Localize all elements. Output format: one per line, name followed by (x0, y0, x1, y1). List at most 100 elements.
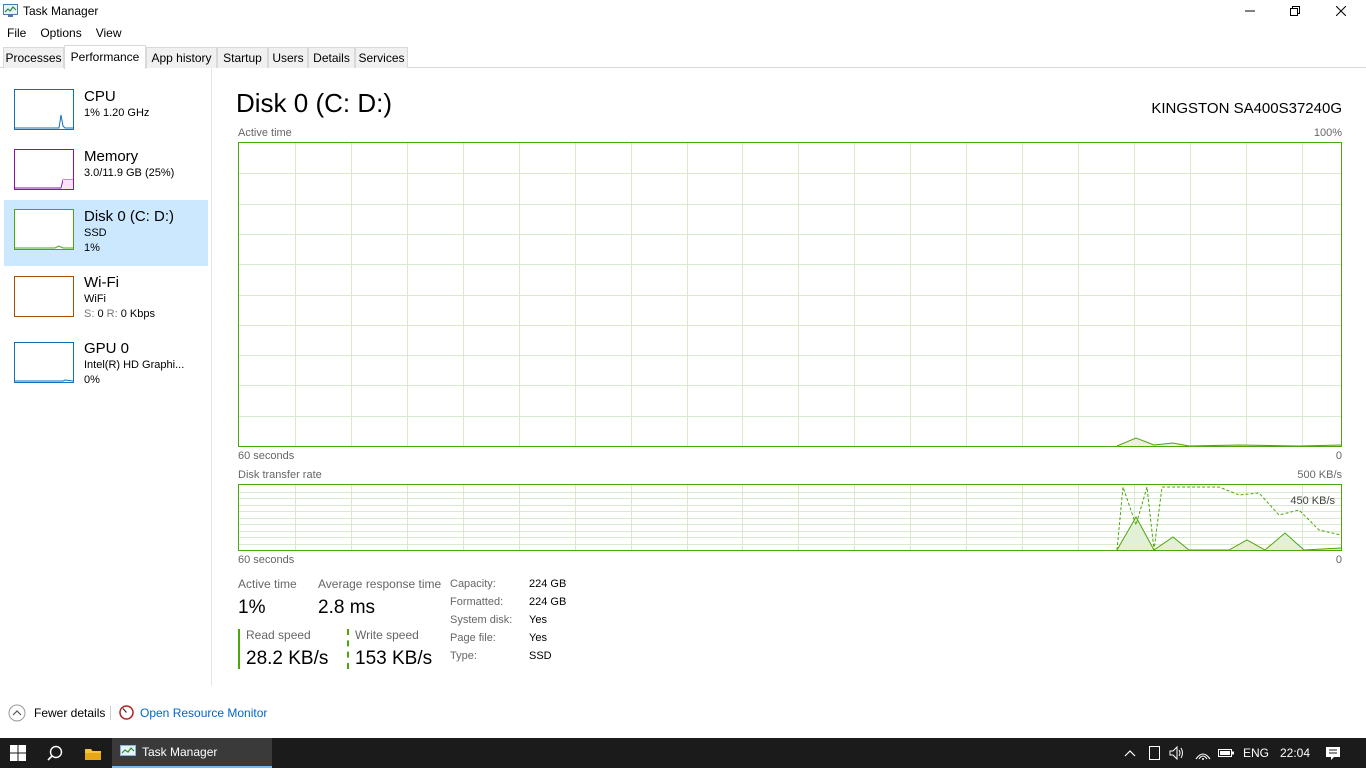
capacity-value: 224 GB (529, 578, 567, 590)
read-speed-value: 28.2 KB/s (246, 648, 329, 669)
action-center-button[interactable] (1318, 738, 1348, 768)
sidebar-item-label: Memory (84, 148, 139, 165)
taskbar-app-label: Task Manager (142, 745, 218, 759)
active-time-graph (238, 142, 1342, 447)
transfer-rate-duration-label: 60 seconds (238, 554, 295, 566)
notification-icon (1326, 746, 1340, 760)
page-title: Disk 0 (C: D:) (236, 88, 392, 118)
sidebar-item-usage: 0% (84, 374, 100, 386)
system-disk-label: System disk: (450, 614, 513, 626)
active-time-graph-label: Active time (238, 127, 292, 139)
read-speed-indicator (238, 629, 240, 669)
write-speed-indicator (347, 629, 349, 669)
footer-bar: Fewer details Open Resource Monitor (0, 700, 1366, 728)
search-icon (47, 745, 63, 761)
tab-startup[interactable]: Startup (217, 47, 268, 68)
sidebar-item-cpu[interactable]: CPU 1% 1.20 GHz (4, 82, 208, 148)
minimize-icon (1245, 10, 1255, 12)
menu-file[interactable]: File (0, 24, 33, 42)
fewer-details-label: Fewer details (34, 706, 106, 720)
wifi-icon (1195, 753, 1211, 760)
network-button[interactable] (1192, 738, 1214, 768)
open-resource-monitor-label: Open Resource Monitor (140, 705, 268, 720)
file-explorer-button[interactable] (74, 738, 112, 768)
cpu-thumbnail-graph (14, 89, 74, 130)
tablet-icon (1148, 746, 1160, 760)
footer-divider (110, 706, 111, 720)
menu-options[interactable]: Options (33, 24, 88, 42)
transfer-rate-scale-label: 450 KB/s (1290, 495, 1335, 507)
active-time-graph-canvas (239, 143, 1342, 447)
transfer-rate-graph-canvas (239, 485, 1342, 551)
sidebar-item-label: Disk 0 (C: D:) (84, 208, 174, 225)
memory-thumbnail-graph (14, 149, 74, 190)
open-resource-monitor-link[interactable]: Open Resource Monitor (119, 705, 267, 720)
chevron-up-circle-icon (8, 704, 26, 722)
read-speed-label: Read speed (246, 628, 311, 642)
tab-strip: Processes Performance App history Startu… (0, 45, 1366, 69)
sidebar-item-detail: Intel(R) HD Graphi... (84, 359, 185, 371)
active-time-max-label: 100% (1313, 127, 1342, 139)
transfer-rate-graph-label: Disk transfer rate (238, 469, 322, 481)
transfer-rate-min-label: 0 (1335, 554, 1342, 566)
windows-logo-icon (10, 745, 26, 761)
sidebar-item-detail: 3.0/11.9 GB (25%) (84, 167, 175, 179)
resource-monitor-icon (119, 705, 134, 720)
sidebar-item-throughput: S: 0 R: 0 Kbps (84, 308, 155, 320)
page-file-value: Yes (529, 632, 547, 644)
battery-icon (1218, 749, 1234, 757)
taskbar-task-manager-button[interactable]: Task Manager (112, 738, 272, 768)
active-time-stat-value: 1% (238, 597, 266, 618)
volume-button[interactable] (1166, 738, 1188, 768)
resource-sidebar: CPU 1% 1.20 GHz Memory 3.0/11.9 GB (25%)… (0, 68, 212, 686)
type-value: SSD (529, 650, 552, 662)
formatted-label: Formatted: (450, 596, 504, 608)
active-time-min-label: 0 (1335, 450, 1342, 462)
battery-button[interactable] (1216, 738, 1236, 768)
avg-response-label: Average response time (318, 577, 442, 591)
disk-thumbnail-graph (14, 209, 74, 250)
sidebar-item-disk[interactable]: Disk 0 (C: D:) SSD 1% (4, 200, 208, 266)
page-file-label: Page file: (450, 632, 496, 644)
tab-performance[interactable]: Performance (64, 45, 146, 69)
tablet-button[interactable] (1144, 738, 1164, 768)
sidebar-item-label: CPU (84, 88, 116, 105)
tab-services[interactable]: Services (355, 47, 408, 68)
speaker-icon (1169, 746, 1183, 760)
menu-view[interactable]: View (89, 24, 129, 42)
tab-users[interactable]: Users (268, 47, 308, 68)
window-title: Task Manager (23, 4, 99, 18)
task-manager-icon (3, 4, 18, 17)
wifi-thumbnail-graph (14, 276, 74, 317)
restore-button[interactable] (1272, 0, 1318, 22)
sidebar-item-gpu[interactable]: GPU 0 Intel(R) HD Graphi... 0% (4, 334, 208, 400)
formatted-value: 224 GB (529, 596, 567, 608)
menu-bar: File Options View (0, 24, 129, 42)
restore-icon (1290, 6, 1300, 16)
transfer-rate-graph: 450 KB/s (238, 484, 1342, 551)
start-button[interactable] (0, 738, 36, 768)
taskbar: Task Manager ENG 22:04 (0, 738, 1366, 768)
tab-app-history[interactable]: App history (146, 47, 217, 68)
tab-processes[interactable]: Processes (3, 47, 64, 68)
tab-details[interactable]: Details (308, 47, 355, 68)
write-speed-label: Write speed (355, 628, 419, 642)
close-button[interactable] (1318, 0, 1364, 22)
folder-icon (85, 748, 101, 760)
sidebar-item-memory[interactable]: Memory 3.0/11.9 GB (25%) (4, 142, 208, 208)
search-button[interactable] (36, 738, 74, 768)
show-hidden-icons-button[interactable] (1120, 738, 1140, 768)
close-icon (1336, 6, 1346, 16)
sidebar-item-label: GPU 0 (84, 340, 130, 357)
transfer-rate-max-label: 500 KB/s (1297, 469, 1342, 481)
title-bar: Task Manager (0, 0, 1366, 22)
active-time-duration-label: 60 seconds (238, 450, 295, 462)
read-speed-area (1117, 517, 1341, 550)
gpu-thumbnail-graph (14, 342, 74, 383)
minimize-button[interactable] (1227, 0, 1273, 22)
fewer-details-button[interactable]: Fewer details (8, 704, 105, 722)
sidebar-item-wifi[interactable]: Wi-Fi WiFi S: 0 R: 0 Kbps (4, 268, 208, 334)
input-language[interactable]: ENG (1243, 746, 1269, 760)
sidebar-item-detail: WiFi (84, 293, 106, 305)
system-clock[interactable]: 22:04 (1280, 746, 1310, 760)
